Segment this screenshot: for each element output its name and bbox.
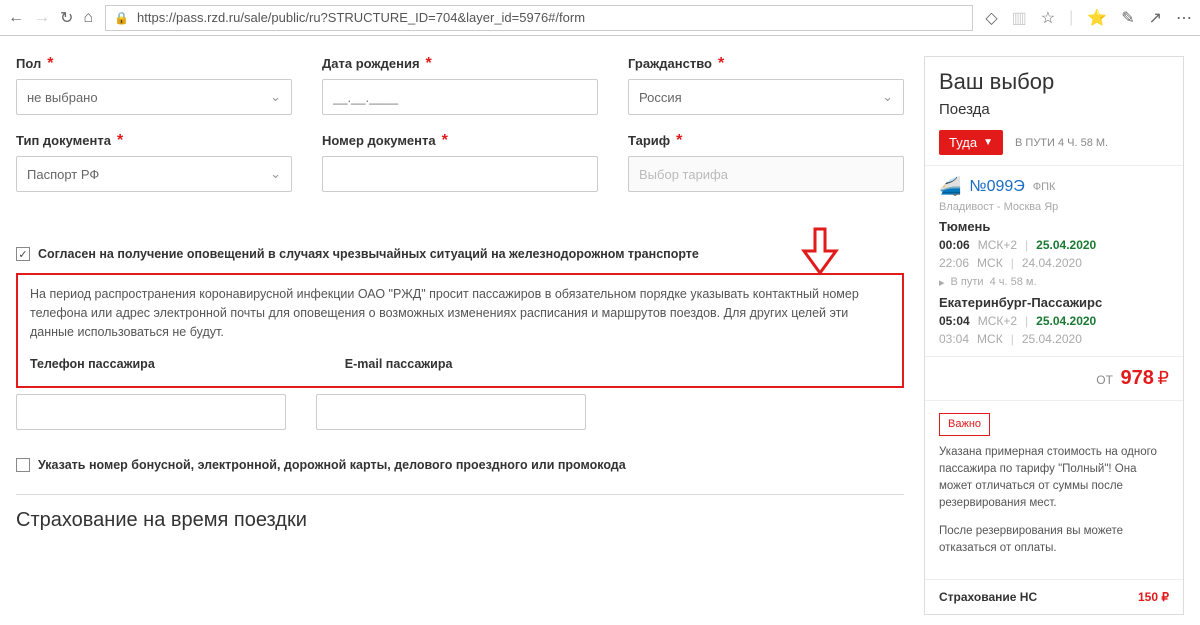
citizenship-select[interactable]: Россия ⌄ bbox=[628, 79, 904, 115]
back-icon[interactable]: ← bbox=[8, 9, 24, 27]
covid-notice: На период распространения коронавирусной… bbox=[16, 273, 904, 388]
url-text: https://pass.rzd.ru/sale/public/ru?STRUC… bbox=[137, 10, 585, 25]
bonus-label: Указать номер бонусной, электронной, дор… bbox=[38, 458, 626, 472]
dob-label: Дата рождения bbox=[322, 56, 420, 71]
train-icon: 🚄 bbox=[939, 176, 961, 197]
docnum-label: Номер документа bbox=[322, 133, 436, 148]
gender-label: Пол bbox=[16, 56, 41, 71]
sidebar-subtitle: Поезда bbox=[925, 101, 1183, 126]
insurance-section-title: Страхование на время поездки bbox=[16, 509, 904, 532]
tariff-select[interactable]: Выбор тарифа bbox=[628, 156, 904, 192]
library-icon[interactable]: ▥ bbox=[1012, 8, 1027, 28]
train-info: 🚄 №099Э ФПК Владивост - Москва Яр Тюмень… bbox=[925, 166, 1183, 357]
summary-sidebar: Ваш выбор Поезда Туда ▼ В ПУТИ 4 Ч. 58 М… bbox=[924, 56, 1184, 615]
chevron-down-icon: ▼ bbox=[983, 137, 993, 148]
price-row: ОТ 978 ₽ bbox=[925, 357, 1183, 401]
route-text: Владивост - Москва Яр bbox=[939, 201, 1169, 213]
doctype-label: Тип документа bbox=[16, 133, 111, 148]
reader-icon[interactable]: ◇ bbox=[985, 8, 997, 28]
train-number: №099Э bbox=[969, 178, 1024, 196]
bonus-checkbox[interactable] bbox=[16, 458, 30, 472]
favorites-icon[interactable]: ⭐ bbox=[1087, 8, 1107, 28]
notes-icon[interactable]: ✎ bbox=[1121, 8, 1134, 28]
direction-tab[interactable]: Туда ▼ bbox=[939, 130, 1003, 155]
chevron-down-icon: ⌄ bbox=[270, 166, 281, 182]
train-company: ФПК bbox=[1033, 181, 1056, 193]
consent-checkbox[interactable]: ✓ bbox=[16, 247, 30, 261]
insurance-row: Страхование НС 150 ₽ bbox=[925, 579, 1183, 614]
phone-label: Телефон пассажира bbox=[30, 355, 155, 374]
tariff-label: Тариф bbox=[628, 133, 670, 148]
important-badge: Важно bbox=[939, 413, 990, 436]
share-icon[interactable]: ↗ bbox=[1149, 8, 1162, 28]
dob-input[interactable] bbox=[322, 79, 598, 115]
forward-icon[interactable]: → bbox=[34, 9, 50, 27]
url-bar[interactable]: 🔒 https://pass.rzd.ru/sale/public/ru?STR… bbox=[105, 5, 973, 31]
price-amount: 978 bbox=[1121, 367, 1154, 389]
dep-city: Тюмень bbox=[939, 219, 1169, 234]
doctype-select[interactable]: Паспорт РФ ⌄ bbox=[16, 156, 292, 192]
star-icon[interactable]: ☆ bbox=[1041, 8, 1055, 28]
refresh-icon[interactable]: ↻ bbox=[60, 8, 73, 28]
chevron-down-icon: ⌄ bbox=[270, 89, 281, 105]
important-block: Важно Указана примерная стоимость на одн… bbox=[925, 401, 1183, 579]
docnum-input[interactable] bbox=[322, 156, 598, 192]
browser-toolbar: ← → ↻ ⌂ 🔒 https://pass.rzd.ru/sale/publi… bbox=[0, 0, 1200, 36]
consent-label: Согласен на получение оповещений в случа… bbox=[38, 247, 699, 261]
arr-city: Екатеринбург-Пассажирс bbox=[939, 295, 1169, 310]
transit-label: В ПУТИ 4 Ч. 58 М. bbox=[1015, 137, 1108, 149]
email-label: E-mail пассажира bbox=[345, 355, 453, 374]
home-icon[interactable]: ⌂ bbox=[83, 9, 93, 27]
lock-icon: 🔒 bbox=[114, 11, 129, 25]
arrow-annotation bbox=[798, 227, 842, 283]
chevron-down-icon: ⌄ bbox=[882, 89, 893, 105]
phone-input[interactable] bbox=[16, 394, 286, 430]
email-input[interactable] bbox=[316, 394, 586, 430]
gender-select[interactable]: не выбрано ⌄ bbox=[16, 79, 292, 115]
more-icon[interactable]: ⋯ bbox=[1176, 8, 1192, 28]
citizenship-label: Гражданство bbox=[628, 56, 712, 71]
passenger-form: Пол* не выбрано ⌄ Дата рождения* Граждан… bbox=[16, 56, 904, 615]
sidebar-title: Ваш выбор bbox=[925, 57, 1183, 101]
